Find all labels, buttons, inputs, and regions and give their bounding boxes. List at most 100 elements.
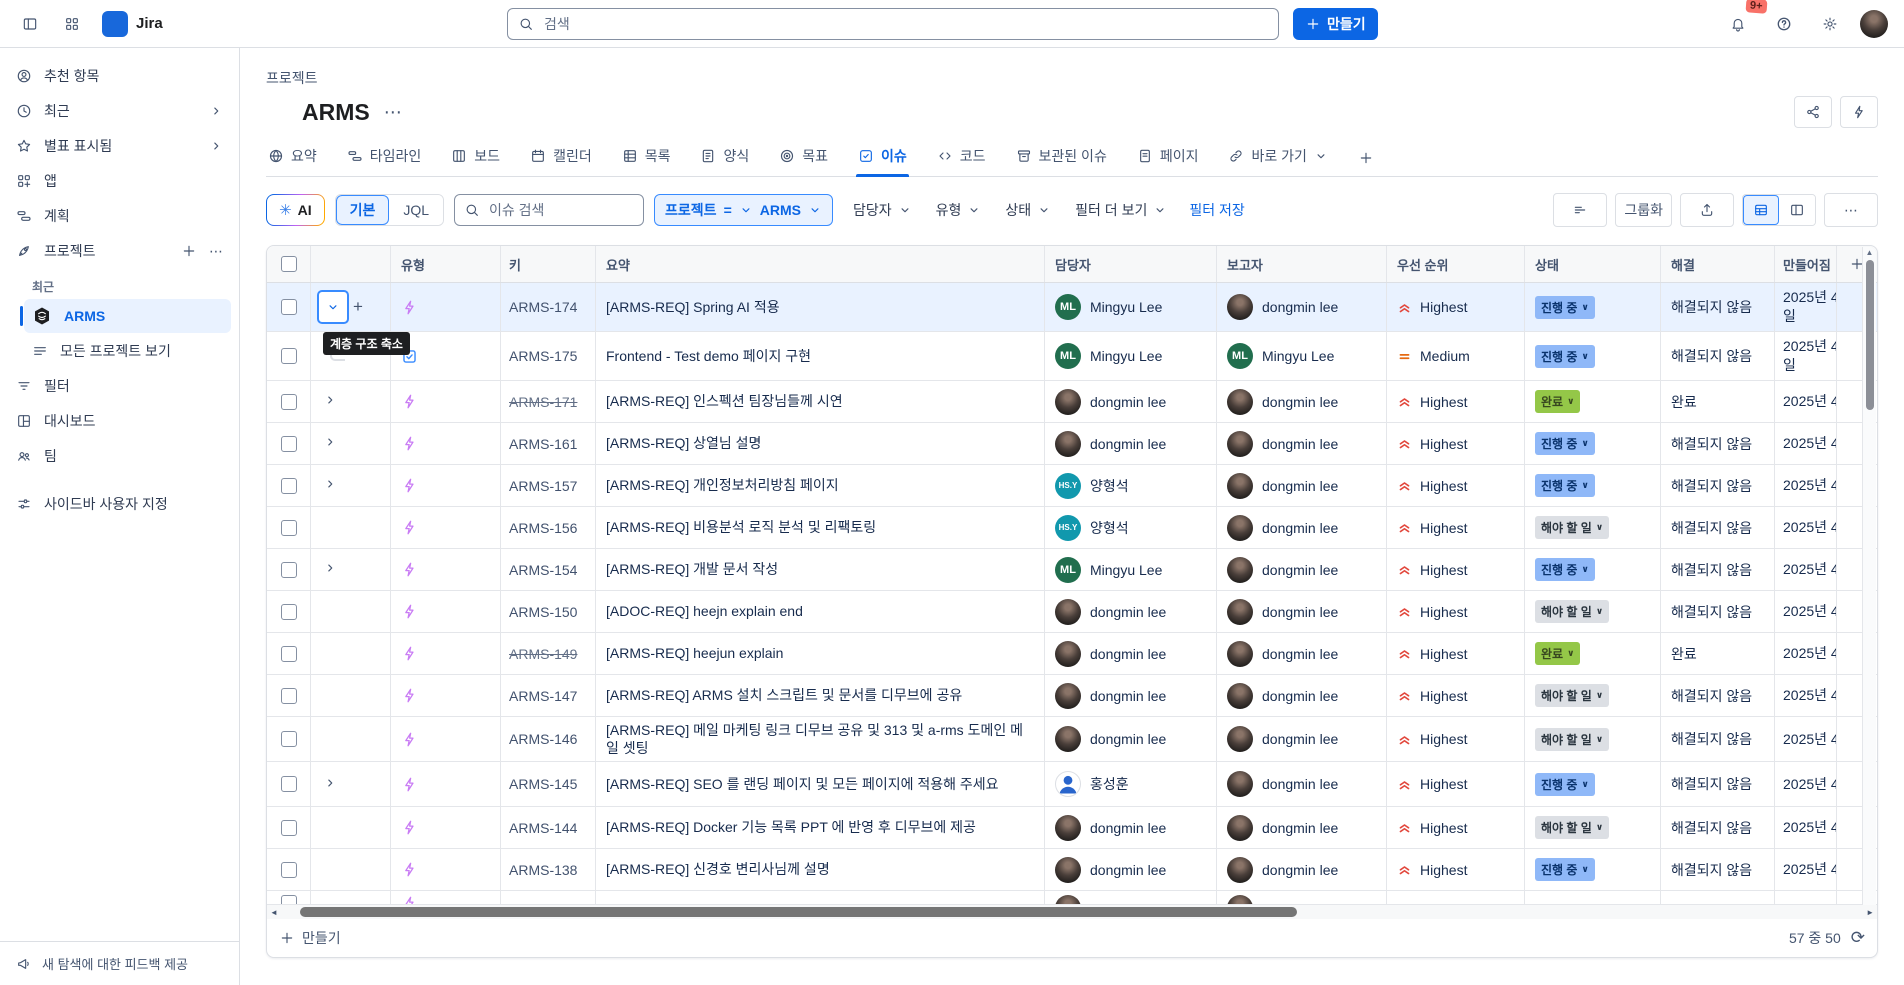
- refresh-icon[interactable]: ⟳: [1851, 928, 1865, 948]
- row-checkbox[interactable]: [281, 478, 297, 494]
- plus-icon[interactable]: [181, 243, 197, 259]
- reporter[interactable]: dongmin lee: [1227, 557, 1338, 583]
- row-checkbox[interactable]: [281, 604, 297, 620]
- status-badge[interactable]: 완료∨: [1535, 390, 1580, 413]
- project-filter-pill[interactable]: 프로젝트 = ARMS: [654, 194, 833, 226]
- row-checkbox[interactable]: [281, 562, 297, 578]
- settings-button[interactable]: [1814, 8, 1846, 40]
- app-switcher-button[interactable]: [56, 8, 88, 40]
- status-badge[interactable]: 진행 중∨: [1535, 345, 1595, 368]
- issue-key[interactable]: ARMS-146: [509, 731, 577, 747]
- issue-summary[interactable]: [ARMS-REQ] 인스펙션 팀장님들께 시연: [606, 392, 843, 410]
- breadcrumb[interactable]: 프로젝트: [266, 68, 318, 88]
- assignee[interactable]: MLMingyu Lee: [1055, 343, 1162, 369]
- issue-summary[interactable]: [ARMS-REQ] heejun explain: [606, 644, 783, 662]
- row-checkbox[interactable]: [281, 394, 297, 410]
- automation-button[interactable]: [1840, 96, 1878, 128]
- priority[interactable]: Highest: [1397, 604, 1467, 620]
- assignee[interactable]: HS.Y양형석: [1055, 473, 1129, 499]
- sidebar-item-customize[interactable]: 사이드바 사용자 지정: [8, 487, 231, 521]
- issue-summary[interactable]: [ARMS-REQ] Spring AI 적용: [606, 298, 780, 316]
- project-more-button[interactable]: ⋯: [380, 102, 407, 123]
- more-icon[interactable]: ⋯: [209, 243, 223, 260]
- issue-summary[interactable]: [ARMS-REQ] ARMS 설치 스크립트 및 문서를 디무브에 공유: [606, 686, 962, 704]
- issue-key[interactable]: ARMS-171: [509, 394, 577, 410]
- reporter[interactable]: dongmin lee: [1227, 389, 1338, 415]
- reporter[interactable]: dongmin lee: [1227, 431, 1338, 457]
- expand-hierarchy-button[interactable]: [323, 477, 337, 494]
- basic-mode-button[interactable]: 기본: [336, 195, 390, 225]
- reporter[interactable]: dongmin lee: [1227, 726, 1338, 752]
- group-by-button[interactable]: 그룹화: [1615, 193, 1672, 227]
- sidebar-item-0[interactable]: 추천 항목: [8, 59, 231, 93]
- expand-hierarchy-button[interactable]: [323, 393, 337, 410]
- jira-logo[interactable]: Jira: [102, 11, 163, 37]
- sidebar-feedback-link[interactable]: 새 탐색에 대한 피드백 제공: [0, 941, 239, 985]
- create-issue-button[interactable]: 만들기: [279, 928, 341, 948]
- priority[interactable]: Highest: [1397, 478, 1467, 494]
- priority[interactable]: Highest: [1397, 688, 1467, 704]
- priority[interactable]: Highest: [1397, 820, 1467, 836]
- column-header-status[interactable]: 상태: [1525, 246, 1661, 282]
- detail-view-button[interactable]: [1779, 195, 1815, 225]
- user-avatar[interactable]: [1860, 10, 1888, 38]
- sidebar-item-project-arms[interactable]: ARMS: [24, 299, 231, 333]
- status-badge[interactable]: 진행 중∨: [1535, 773, 1595, 796]
- status-badge[interactable]: 해야 할 일∨: [1535, 516, 1609, 539]
- global-search-input[interactable]: [542, 15, 1268, 33]
- share-button[interactable]: [1794, 96, 1832, 128]
- assignee[interactable]: dongmin lee: [1055, 389, 1166, 415]
- issue-summary[interactable]: [ADOC-REQ] heejn explain end: [606, 602, 803, 620]
- reporter[interactable]: dongmin lee: [1227, 473, 1338, 499]
- table-view-button[interactable]: [1743, 195, 1779, 225]
- tab-페이지[interactable]: 페이지: [1135, 142, 1201, 176]
- status-badge[interactable]: 진행 중∨: [1535, 296, 1595, 319]
- reporter[interactable]: dongmin lee: [1227, 515, 1338, 541]
- issue-summary[interactable]: [ARMS-REQ] 메일 마케팅 링크 디무브 공유 및 313 및 a-rm…: [606, 721, 1034, 757]
- assignee[interactable]: MLMingyu Lee: [1055, 294, 1162, 320]
- assignee[interactable]: dongmin lee: [1055, 683, 1166, 709]
- issue-summary[interactable]: [ARMS-REQ] 신경호 변리사님께 설명: [606, 860, 830, 878]
- issue-summary[interactable]: [ARMS-REQ] SEO 를 랜딩 페이지 및 모든 페이지에 적용해 주세…: [606, 775, 999, 793]
- priority[interactable]: Highest: [1397, 520, 1467, 536]
- issue-key[interactable]: ARMS-174: [509, 299, 577, 315]
- issue-summary[interactable]: [ARMS-REQ] 비용분석 로직 분석 및 리팩토링: [606, 518, 876, 536]
- issue-key[interactable]: ARMS-144: [509, 820, 577, 836]
- status-badge[interactable]: 해야 할 일∨: [1535, 728, 1609, 751]
- sidebar-item-4[interactable]: 계획: [8, 199, 231, 233]
- add-tab-button[interactable]: [1356, 146, 1376, 176]
- sidebar-item-3[interactable]: 앱: [8, 164, 231, 198]
- jql-mode-button[interactable]: JQL: [389, 195, 443, 225]
- reporter[interactable]: MLMingyu Lee: [1227, 343, 1334, 369]
- export-button[interactable]: [1680, 193, 1734, 227]
- vertical-scroll-thumb[interactable]: [1866, 260, 1874, 410]
- assignee[interactable]: dongmin lee: [1055, 726, 1166, 752]
- status-badge[interactable]: 해야 할 일∨: [1535, 600, 1609, 623]
- assignee[interactable]: [1055, 895, 1090, 904]
- reporter[interactable]: [1227, 895, 1262, 904]
- add-child-icon[interactable]: +: [353, 297, 363, 317]
- column-header-summary[interactable]: 요약: [596, 246, 1045, 282]
- issue-search-input[interactable]: [487, 201, 634, 219]
- tab-바로 가기[interactable]: 바로 가기: [1226, 142, 1329, 176]
- sidebar-item-1[interactable]: 최근: [8, 94, 231, 128]
- status-badge[interactable]: 해야 할 일∨: [1535, 816, 1609, 839]
- save-filter-link[interactable]: 필터 저장: [1189, 200, 1244, 220]
- status-badge[interactable]: 진행 중∨: [1535, 558, 1595, 581]
- reporter[interactable]: dongmin lee: [1227, 815, 1338, 841]
- issue-key[interactable]: ARMS-138: [509, 862, 577, 878]
- assignee[interactable]: dongmin lee: [1055, 641, 1166, 667]
- tab-양식[interactable]: 양식: [698, 142, 751, 176]
- assignee[interactable]: MLMingyu Lee: [1055, 557, 1162, 583]
- sidebar-item-dashboard[interactable]: 대시보드: [8, 404, 231, 438]
- issue-key[interactable]: ARMS-149: [509, 646, 577, 662]
- horizontal-scrollbar[interactable]: ◄ ►: [267, 904, 1877, 919]
- column-header-type[interactable]: 유형: [391, 246, 501, 282]
- issue-key[interactable]: ARMS-156: [509, 520, 577, 536]
- horizontal-scroll-thumb[interactable]: [300, 907, 1297, 917]
- filter-dropdown-담당자[interactable]: 담당자: [843, 194, 922, 226]
- issue-key[interactable]: ARMS-150: [509, 604, 577, 620]
- notifications-button[interactable]: 9+: [1722, 8, 1754, 40]
- tab-타임라인[interactable]: 타임라인: [345, 142, 424, 176]
- row-checkbox[interactable]: [281, 646, 297, 662]
